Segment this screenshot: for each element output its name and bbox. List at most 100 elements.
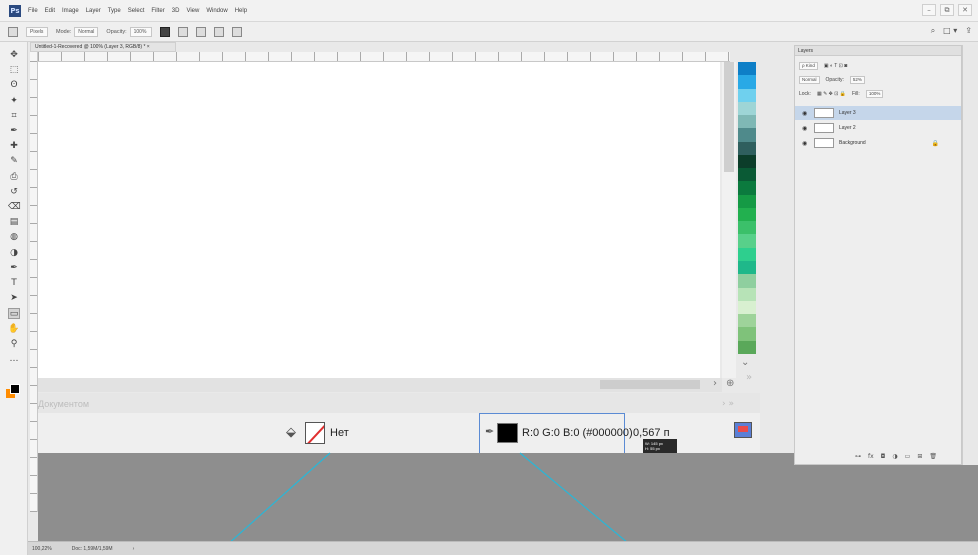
zoom-icon[interactable]: ⚲	[8, 339, 20, 350]
swatch-16[interactable]	[738, 260, 756, 275]
menu-3d[interactable]: 3D	[172, 8, 180, 14]
eyedropper-icon[interactable]: ✒	[8, 126, 20, 137]
layers-footer-icon-6[interactable]: ⊞	[917, 453, 922, 460]
layers-footer-icon-3[interactable]: ◘	[881, 453, 886, 460]
tool-preset-picker[interactable]	[8, 26, 18, 37]
chevron-right-icon[interactable]: ›	[713, 378, 717, 389]
blend-mode-select[interactable]: Normal	[799, 75, 820, 84]
hand-icon[interactable]: ✋	[8, 324, 20, 335]
document-canvas[interactable]	[38, 62, 720, 378]
eye-icon[interactable]: ◉	[802, 110, 810, 117]
swatch-15[interactable]	[738, 247, 756, 261]
rectangle-icon[interactable]: ▭	[8, 308, 20, 320]
move-icon[interactable]: ✥	[8, 50, 20, 61]
menu-type[interactable]: Type	[108, 8, 121, 14]
swatch-14[interactable]	[738, 234, 756, 248]
opacity-input[interactable]: 100%	[129, 26, 152, 37]
pen-icon[interactable]: ✒	[8, 263, 20, 274]
eye-icon[interactable]: ◉	[802, 125, 810, 132]
swatch-8[interactable]	[738, 154, 756, 169]
path-align-button[interactable]	[195, 26, 206, 37]
layers-footer-icon-5[interactable]: ▭	[905, 453, 911, 460]
layer-row[interactable]: ◉ Background 🔒	[795, 136, 961, 150]
vertical-scroll-thumb[interactable]	[724, 62, 734, 172]
share-icon[interactable]: ⇪	[965, 26, 972, 36]
eraser-icon[interactable]: ⌫	[8, 202, 21, 213]
menu-help[interactable]: Help	[235, 8, 247, 14]
layers-tab[interactable]: Layers	[795, 46, 961, 56]
menu-filter[interactable]: Filter	[151, 8, 164, 14]
menu-layer[interactable]: Layer	[86, 8, 101, 14]
zoom-icon[interactable]: ⊕	[726, 378, 734, 389]
eye-icon[interactable]: ◉	[802, 140, 810, 147]
doc-size[interactable]: Doc: 1,59M/1,59M	[72, 546, 113, 552]
menu-select[interactable]: Select	[128, 8, 145, 14]
path-arrange-button[interactable]	[213, 26, 224, 37]
marquee-icon[interactable]: ⬚	[8, 65, 20, 76]
swatch-6[interactable]	[738, 128, 756, 142]
lasso-icon[interactable]: ʘ	[8, 80, 20, 91]
layer-row[interactable]: ◉ Layer 2	[795, 121, 961, 135]
gradient-icon[interactable]: ▤	[8, 217, 20, 228]
swatch-4[interactable]	[738, 101, 756, 116]
swatch-13[interactable]	[738, 221, 756, 235]
lock-icon[interactable]: 🔒	[932, 140, 939, 147]
layers-footer-icon-7[interactable]: 🗑	[929, 453, 937, 460]
type-icon[interactable]: T	[8, 278, 20, 289]
antialias-toggle[interactable]	[159, 26, 170, 37]
clone-stamp-icon[interactable]: ⎙	[8, 172, 20, 183]
swatch-18[interactable]	[738, 287, 756, 301]
fill-input[interactable]: 100%	[865, 89, 884, 98]
swatch-7[interactable]	[738, 141, 756, 155]
chevron-down-icon[interactable]: ⌄	[741, 357, 749, 368]
swatch-17[interactable]	[738, 274, 756, 288]
path-selection-icon[interactable]: ➤	[8, 293, 20, 304]
style-select[interactable]: Pixels	[26, 26, 48, 37]
menu-file[interactable]: File	[28, 8, 38, 14]
settings-button[interactable]	[231, 26, 242, 37]
layers-footer-icon-1[interactable]: ⊶	[855, 453, 861, 460]
layer-opacity-input[interactable]: 52%	[849, 75, 865, 84]
minimize-button[interactable]: –	[922, 4, 936, 16]
more-tools-icon[interactable]: …	[8, 354, 20, 365]
menu-image[interactable]: Image	[62, 8, 79, 14]
filter-icons[interactable]: ▣ ◐ T ⊡ ◙	[824, 63, 847, 69]
dodge-icon[interactable]: ◑	[8, 248, 20, 259]
menu-view[interactable]: View	[186, 8, 199, 14]
swatch-21[interactable]	[738, 327, 756, 341]
foreground-color-swatch[interactable]	[10, 384, 20, 394]
path-ops-button[interactable]	[177, 26, 188, 37]
swatch-10[interactable]	[738, 181, 756, 195]
crop-icon[interactable]: ⌗	[8, 111, 20, 122]
style-value[interactable]: Pixels	[26, 26, 48, 37]
swatch-2[interactable]	[738, 75, 756, 89]
layers-footer-icon-4[interactable]: ◑	[892, 453, 897, 460]
swatch-1[interactable]	[738, 62, 756, 76]
kind-filter-select[interactable]: ρ Kind	[799, 61, 818, 70]
status-arrow[interactable]: ›	[133, 546, 135, 552]
horizontal-ruler[interactable]	[38, 52, 730, 62]
brush-icon[interactable]: ✎	[8, 156, 20, 167]
healing-brush-icon[interactable]: ✚	[8, 141, 20, 152]
document-tab[interactable]: Untitled-1-Recovered @ 100% (Layer 3, RG…	[30, 42, 176, 52]
vertical-ruler[interactable]	[30, 52, 38, 512]
swatch-20[interactable]	[738, 314, 756, 328]
swatch-5[interactable]	[738, 115, 756, 129]
workspace-icon[interactable]: □ ▾	[943, 26, 957, 36]
horizontal-scroll-thumb[interactable]	[600, 380, 700, 389]
swatch-19[interactable]	[738, 300, 756, 315]
layers-footer-icon-2[interactable]: fx	[868, 453, 874, 460]
layer-row[interactable]: ◉ Layer 3	[795, 106, 961, 120]
swatch-9[interactable]	[738, 168, 756, 182]
mode-select[interactable]: Normal	[74, 26, 99, 37]
swatch-22[interactable]	[738, 340, 756, 354]
zoom-level[interactable]: 100,22%	[32, 546, 52, 552]
menu-edit[interactable]: Edit	[45, 8, 55, 14]
close-button[interactable]: ✕	[958, 4, 972, 16]
swatch-11[interactable]	[738, 194, 756, 208]
history-brush-icon[interactable]: ↺	[8, 187, 20, 198]
magic-wand-icon[interactable]: ✦	[8, 96, 20, 107]
swatch-3[interactable]	[738, 88, 756, 102]
swatch-12[interactable]	[738, 207, 756, 222]
menu-window[interactable]: Window	[206, 8, 227, 14]
